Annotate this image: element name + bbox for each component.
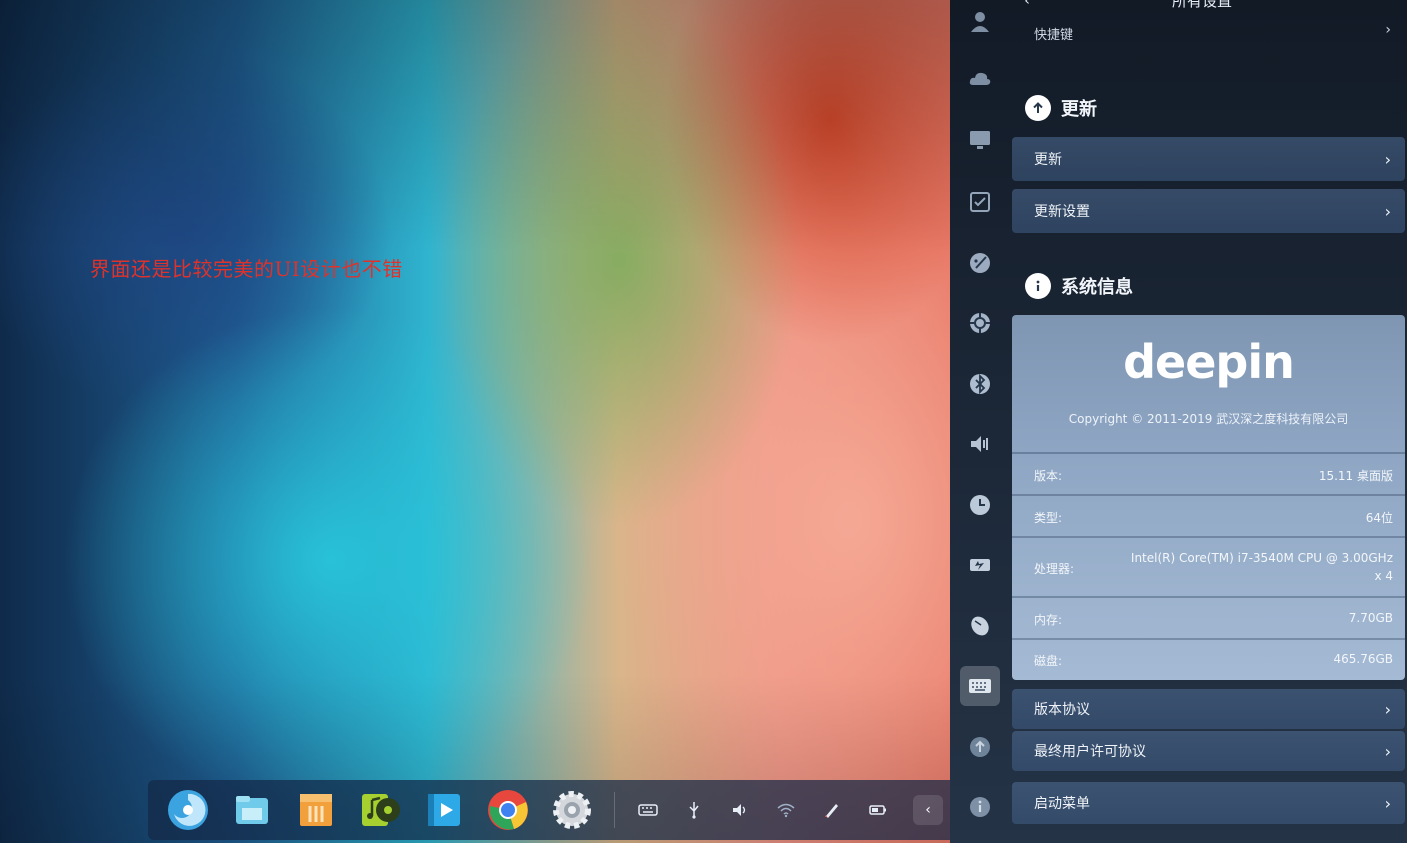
boot-menu-row[interactable]: 启动菜单 › [1012,782,1405,824]
info-row-type: 类型: 64位 [1012,494,1405,536]
system-info-icon[interactable] [963,790,997,824]
info-value: 465.76GB [1333,652,1393,666]
update-settings-row-label: 更新设置 [1034,204,1090,220]
deepin-launcher-icon[interactable] [164,786,212,834]
wifi-icon[interactable] [772,796,800,824]
account-icon[interactable] [963,4,997,38]
info-value-cores: x 4 [1374,569,1393,583]
update-row-label: 更新 [1034,152,1062,168]
chevron-left-icon: ‹ [925,802,931,818]
settings-nav-rail [950,0,1010,843]
deepin-logo: deepin [1123,335,1295,389]
info-row-disk: 磁盘: 465.76GB [1012,638,1405,680]
control-center-panel: ‹ 所有设置 快捷键 › 更新 更新 › 更新设置 › 系统信息 deepin … [950,0,1407,843]
info-icon [1025,273,1051,299]
sysinfo-section-title: 系统信息 [1025,273,1133,299]
cloud-sync-icon[interactable] [963,62,997,96]
chevron-right-icon: › [1384,793,1391,813]
info-row-version: 版本: 15.11 桌面版 [1012,452,1405,494]
boot-menu-row-label: 启动菜单 [1034,796,1090,812]
header-title: 所有设置 [1172,0,1233,10]
info-value: Intel(R) Core(TM) i7-3540M CPU @ 3.00GHz [1130,551,1393,565]
settings-content: ‹ 所有设置 快捷键 › 更新 更新 › 更新设置 › 系统信息 deepin … [1012,0,1407,843]
update-row[interactable]: 更新 › [1012,137,1405,181]
settings-gear-icon[interactable] [548,786,596,834]
eula-row[interactable]: 最终用户许可协议 › [1012,731,1405,771]
license-row-label: 版本协议 [1034,702,1090,718]
desktop-wallpaper [0,0,950,843]
back-button[interactable]: ‹ [1016,0,1038,12]
chevron-right-icon: › [1384,741,1391,761]
file-manager-icon[interactable] [228,786,276,834]
info-key: 类型: [1034,511,1063,525]
info-value: 15.11 桌面版 [1318,469,1393,483]
update-settings-row[interactable]: 更新设置 › [1012,189,1405,233]
power-icon[interactable] [963,548,997,582]
chevron-right-icon: › [1384,699,1391,719]
volume-icon[interactable] [726,796,754,824]
info-row-memory: 内存: 7.70GB [1012,596,1405,638]
bluetooth-icon[interactable] [963,367,997,401]
chevron-right-icon: › [1385,22,1391,38]
dock-collapse-button[interactable]: ‹ [913,795,943,825]
sysinfo-card: deepin Copyright © 2011-2019 武汉深之度科技有限公司… [1012,315,1405,680]
app-store-icon[interactable] [292,786,340,834]
info-key: 内存: [1034,613,1063,627]
info-key: 处理器: [1034,562,1075,576]
screen: 界面还是比较完美的UI设计也不错 ‹ ‹ 所有设置 快捷键 › 更新 更新 › … [0,0,1407,843]
info-key: 版本: [1034,469,1063,483]
update-icon[interactable] [963,730,997,764]
chevron-right-icon: › [1384,201,1391,221]
default-apps-icon[interactable] [963,185,997,219]
keyboard-icon[interactable] [960,666,1000,706]
mouse-icon[interactable] [963,608,997,642]
display-icon[interactable] [963,123,997,157]
personalization-icon[interactable] [963,246,997,280]
update-section-title: 更新 [1025,95,1097,121]
eula-row-label: 最终用户许可协议 [1034,744,1146,760]
network-icon[interactable] [963,306,997,340]
usb-icon[interactable] [680,796,708,824]
music-icon[interactable] [356,786,404,834]
chevron-right-icon: › [1384,149,1391,169]
video-player-icon[interactable] [420,786,468,834]
chrome-icon[interactable] [484,786,532,834]
copyright-text: Copyright © 2011-2019 武汉深之度科技有限公司 [1068,412,1349,426]
dock: ‹ [148,780,950,840]
time-icon[interactable] [963,488,997,522]
keyboard-icon[interactable] [634,796,662,824]
update-section-label: 更新 [1061,99,1097,120]
license-row[interactable]: 版本协议 › [1012,689,1405,729]
overlay-caption: 界面还是比较完美的UI设计也不错 [90,257,403,281]
dock-separator [614,792,615,828]
arrow-up-icon [1025,95,1051,121]
chevron-left-icon: ‹ [1024,0,1030,9]
info-row-processor: 处理器: Intel(R) Core(TM) i7-3540M CPU @ 3.… [1012,536,1405,596]
info-value: 7.70GB [1348,611,1393,625]
pen-icon[interactable] [818,796,846,824]
battery-icon[interactable] [864,796,892,824]
sound-icon[interactable] [963,427,997,461]
info-value: 64位 [1365,511,1393,525]
settings-header: ‹ 所有设置 [1012,0,1407,16]
shortcuts-row[interactable]: 快捷键 › [1012,18,1405,48]
shortcuts-row-label: 快捷键 [1034,28,1074,43]
sysinfo-section-label: 系统信息 [1061,277,1133,298]
info-key: 磁盘: [1034,654,1063,668]
